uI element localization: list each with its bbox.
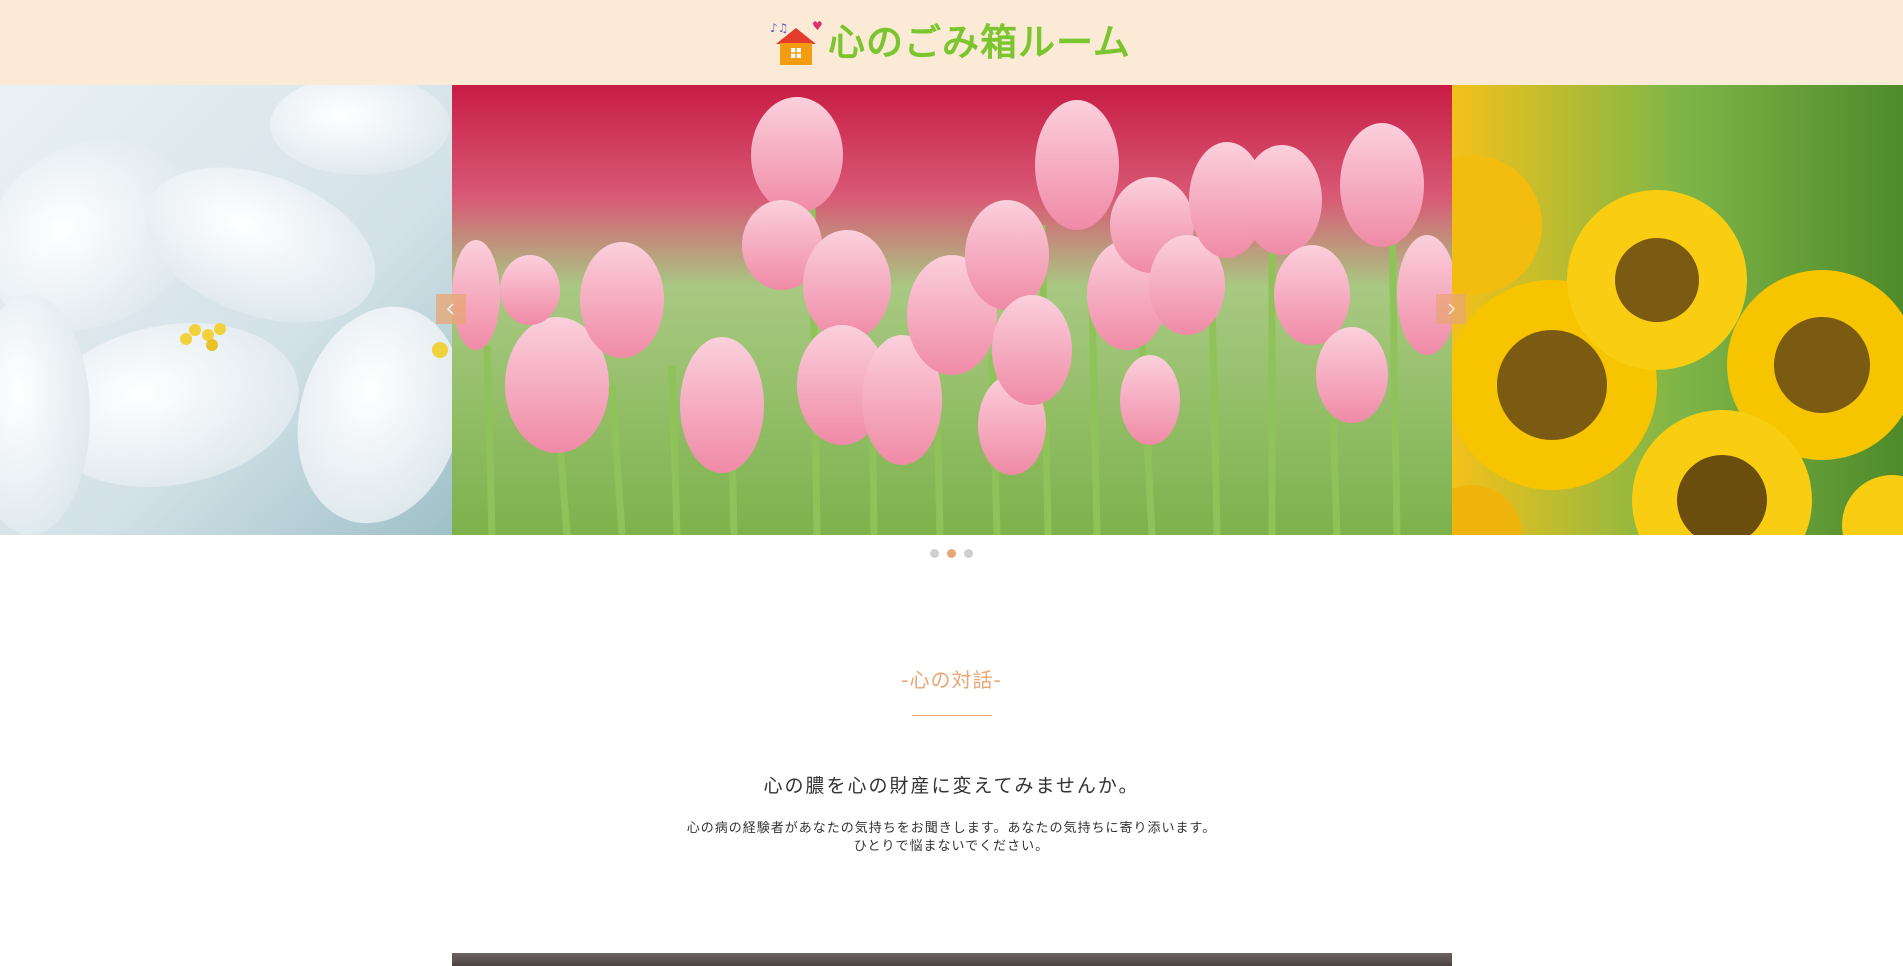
section-body: 心の病の経験者があなたの気持ちをお聞きします。あなたの気持ちに寄り添います。 ひ… — [0, 820, 1903, 856]
slide-pink-tulips[interactable] — [452, 85, 1452, 535]
house-icon: ♪♫ ♥ — [768, 18, 824, 68]
site-logo[interactable]: ♪♫ ♥ 心のごみ箱ルーム — [768, 18, 1131, 68]
section-title: -心の対話- — [901, 668, 1002, 692]
section-headline: 心の膿を心の財産に変えてみませんか。 — [763, 775, 1140, 797]
image-slider — [0, 85, 1903, 535]
body-line-2: ひとりで悩まないでください。 — [853, 839, 1050, 854]
next-section-image — [452, 953, 1452, 966]
title-divider — [912, 715, 992, 716]
body-line-1: 心の病の経験者があなたの気持ちをお聞きします。あなたの気持ちに寄り添います。 — [686, 821, 1217, 836]
slider-dot-2[interactable] — [947, 549, 956, 558]
slide-sunflowers[interactable] — [1452, 85, 1903, 535]
slider-dot-1[interactable] — [930, 549, 939, 558]
slider-next-button[interactable] — [1436, 294, 1466, 324]
slider-prev-button[interactable] — [436, 294, 466, 324]
slide-white-lily[interactable] — [0, 85, 452, 535]
slider-dot-3[interactable] — [964, 549, 973, 558]
logo-text: 心のごみ箱ルーム — [828, 21, 1131, 64]
svg-text:♥: ♥ — [812, 19, 823, 33]
chevron-left-icon — [445, 302, 457, 316]
slider-pagination — [0, 549, 1903, 558]
chevron-right-icon — [1445, 302, 1457, 316]
site-header: ♪♫ ♥ 心のごみ箱ルーム — [0, 0, 1903, 85]
svg-text:♪♫: ♪♫ — [770, 21, 788, 35]
